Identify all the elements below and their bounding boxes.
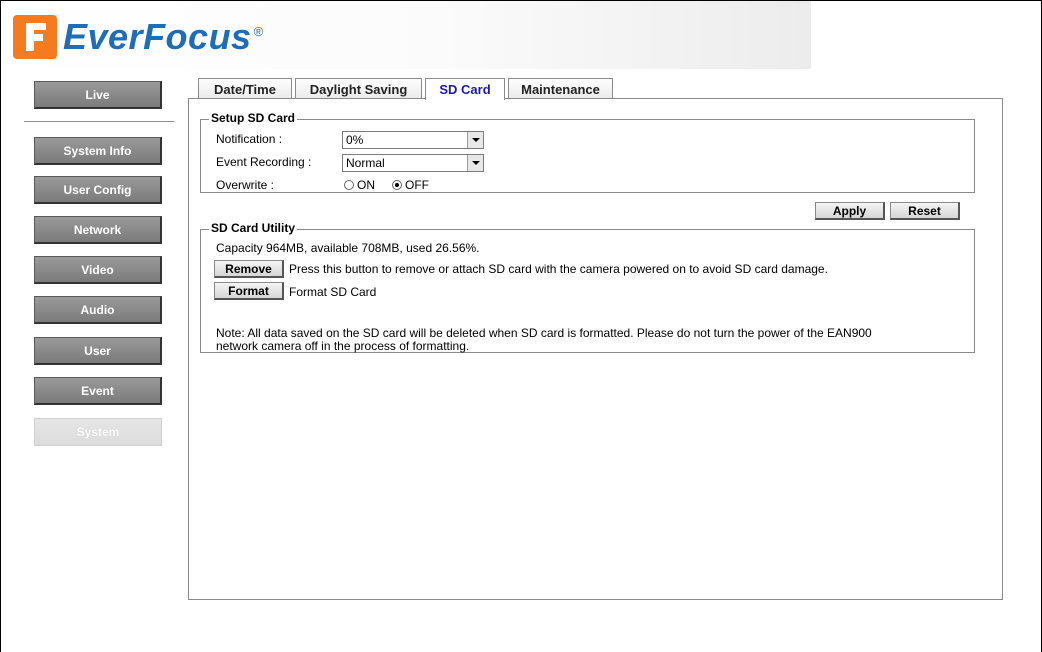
registered-mark: ® (253, 23, 264, 39)
sidebar-divider (24, 121, 174, 122)
brand-name: EverFocus (63, 16, 252, 57)
notification-label: Notification : (216, 132, 283, 146)
overwrite-off-label: OFF (405, 178, 429, 192)
reset-button[interactable]: Reset (890, 202, 960, 220)
nav-user-button[interactable]: User (34, 337, 162, 365)
chevron-down-icon[interactable] (467, 155, 483, 171)
event-recording-select[interactable]: Normal (342, 154, 484, 172)
note-text-line1: Note: All data saved on the SD card will… (216, 326, 872, 340)
notification-select[interactable]: 0% (342, 131, 484, 149)
nav-live-button[interactable]: Live (34, 81, 162, 109)
tab-sd-card[interactable]: SD Card (425, 78, 505, 100)
nav-event-button[interactable]: Event (34, 377, 162, 405)
event-recording-value: Normal (346, 156, 385, 170)
apply-button[interactable]: Apply (815, 202, 885, 220)
header: EverFocus ® (1, 1, 811, 69)
tab-date-time[interactable]: Date/Time (198, 78, 292, 99)
overwrite-label: Overwrite : (216, 178, 275, 192)
overwrite-on-option[interactable]: ON (344, 178, 375, 192)
format-description: Format SD Card (289, 285, 377, 299)
remove-description: Press this button to remove or attach SD… (289, 262, 828, 276)
note-text-line2: network camera off in the process of for… (216, 339, 470, 353)
notification-value: 0% (346, 133, 364, 147)
everfocus-logo-icon (13, 15, 57, 59)
nav-video-button[interactable]: Video (34, 256, 162, 284)
setup-sd-card-group: Setup SD Card (200, 111, 975, 193)
overwrite-on-label: ON (357, 178, 375, 192)
tab-maintenance[interactable]: Maintenance (508, 78, 613, 99)
nav-audio-button[interactable]: Audio (34, 296, 162, 324)
setup-sd-card-legend: Setup SD Card (209, 111, 298, 125)
nav-network-button[interactable]: Network (34, 216, 162, 244)
event-recording-label: Event Recording : (216, 155, 312, 169)
overwrite-on-radio[interactable] (344, 180, 354, 190)
nav-user-config-button[interactable]: User Config (34, 176, 162, 204)
sd-card-utility-legend: SD Card Utility (209, 221, 298, 235)
format-button[interactable]: Format (214, 282, 284, 300)
overwrite-off-radio[interactable] (392, 180, 402, 190)
overwrite-off-option[interactable]: OFF (392, 178, 429, 192)
nav-system-button[interactable]: System (34, 418, 162, 446)
remove-button[interactable]: Remove (214, 260, 284, 278)
chevron-down-icon[interactable] (467, 132, 483, 148)
capacity-text: Capacity 964MB, available 708MB, used 26… (216, 241, 480, 255)
brand-logo: EverFocus ® (13, 15, 263, 59)
nav-system-info-button[interactable]: System Info (34, 137, 162, 165)
tab-daylight-saving[interactable]: Daylight Saving (295, 78, 422, 99)
